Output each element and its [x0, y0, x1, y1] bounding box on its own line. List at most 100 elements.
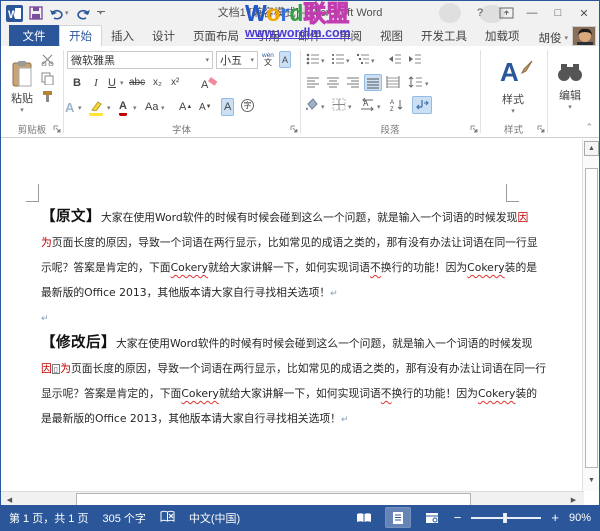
font-color-button[interactable]: A: [119, 98, 127, 116]
help-button[interactable]: ?: [469, 4, 491, 22]
close-button[interactable]: ✕: [573, 4, 595, 22]
clear-formatting-button[interactable]: A: [201, 74, 217, 91]
font-dialog-launcher[interactable]: [290, 124, 298, 136]
character-shading-button[interactable]: A: [221, 98, 234, 116]
maximize-button[interactable]: □: [547, 4, 569, 22]
shading-button[interactable]: [304, 98, 320, 111]
phonetic-guide-button[interactable]: wén文: [262, 51, 274, 69]
zoom-level[interactable]: 90%: [569, 512, 591, 524]
print-layout-button[interactable]: [386, 508, 410, 527]
align-right-button[interactable]: [346, 76, 360, 88]
cut-button[interactable]: [41, 54, 55, 66]
subscript-button[interactable]: x₂: [153, 74, 162, 91]
styles-dialog-launcher[interactable]: [537, 124, 545, 136]
word-app-icon[interactable]: W: [6, 5, 23, 22]
tab-page-layout[interactable]: 页面布局: [184, 25, 248, 46]
numbering-button[interactable]: [331, 53, 345, 65]
editing-label: 编辑: [559, 87, 581, 103]
scroll-up-button[interactable]: ▲: [584, 141, 599, 156]
show-hide-marks-button[interactable]: [412, 96, 432, 114]
undo-caret-icon: ▾: [65, 9, 69, 17]
chevron-down-icon: ▾: [205, 56, 209, 64]
tab-references[interactable]: 引用: [248, 25, 289, 46]
page-indicator[interactable]: 第 1 页，共 1 页: [9, 510, 88, 526]
change-case-button[interactable]: Aa: [145, 98, 158, 116]
minimize-button[interactable]: —: [521, 4, 543, 22]
asian-layout-button[interactable]: A: [360, 98, 376, 111]
shrink-font-button[interactable]: A▼: [199, 98, 212, 116]
avatar[interactable]: [572, 26, 596, 46]
tab-developer[interactable]: 开发工具: [412, 25, 476, 46]
underline-button[interactable]: U: [105, 74, 119, 91]
web-layout-button[interactable]: [420, 508, 444, 527]
paragraph-dialog-launcher[interactable]: [470, 124, 478, 136]
tab-addins[interactable]: 加载项: [476, 25, 529, 46]
font-family-combo[interactable]: 微软雅黑▾: [67, 51, 213, 69]
proofing-status-icon[interactable]: [160, 510, 175, 526]
styles-button[interactable]: A 样式 ▾: [488, 52, 538, 120]
word-count[interactable]: 305 个字: [102, 510, 145, 526]
paragraph-mark: ↵: [41, 314, 49, 324]
align-center-button[interactable]: [326, 76, 340, 88]
paste-button[interactable]: 粘贴 ▾: [5, 52, 39, 122]
scroll-down-button[interactable]: ▼: [584, 473, 599, 488]
styles-icon: A: [498, 57, 528, 87]
zoom-slider-thumb[interactable]: [503, 513, 507, 523]
save-button[interactable]: [29, 6, 43, 20]
decrease-indent-button[interactable]: [388, 53, 402, 65]
document-area[interactable]: 【原文】大家在使用Word软件的时候有时候会碰到这么一个问题，就是输入一个词语的…: [1, 139, 599, 491]
tab-mailings[interactable]: 邮件: [289, 25, 330, 46]
highlight-color-button[interactable]: [89, 98, 103, 116]
copy-button[interactable]: [41, 72, 54, 85]
account-menu[interactable]: 胡俊▾: [538, 30, 572, 46]
vertical-scroll-thumb[interactable]: [585, 168, 598, 468]
svg-text:W: W: [8, 9, 19, 21]
tab-home[interactable]: 开始: [59, 25, 102, 46]
undo-button[interactable]: ▾: [49, 7, 69, 20]
tab-view[interactable]: 视图: [371, 25, 412, 46]
tab-file[interactable]: 文件: [9, 25, 59, 46]
text-boundary-mark: [506, 184, 519, 202]
increase-indent-button[interactable]: [408, 53, 422, 65]
sort-button[interactable]: AZ: [390, 98, 404, 111]
justify-button[interactable]: [364, 74, 382, 91]
italic-button[interactable]: I: [89, 74, 103, 91]
watermark-face-icon: [439, 3, 461, 23]
text-effects-button[interactable]: A: [65, 98, 74, 116]
chevron-down-icon: ▾: [99, 12, 103, 16]
superscript-button[interactable]: x²: [171, 74, 179, 91]
grow-font-button[interactable]: A▲: [179, 98, 192, 116]
chevron-down-icon: ▾: [120, 79, 124, 87]
bold-button[interactable]: B: [69, 74, 85, 91]
clipboard-dialog-launcher[interactable]: [53, 124, 61, 136]
format-painter-button[interactable]: [41, 90, 54, 103]
line-spacing-button[interactable]: [408, 76, 423, 88]
svg-text:A: A: [201, 79, 209, 90]
binoculars-icon: [557, 61, 583, 83]
editing-button[interactable]: 编辑 ▾: [551, 52, 589, 120]
enclose-characters-button[interactable]: 字: [241, 99, 254, 112]
customize-qat-button[interactable]: ▾: [97, 11, 105, 16]
redo-button[interactable]: [75, 7, 91, 20]
zoom-out-button[interactable]: −: [454, 510, 462, 525]
multilevel-list-button[interactable]: [356, 53, 370, 65]
status-bar: 第 1 页，共 1 页 305 个字 中文(中国) − + 90%: [1, 505, 599, 530]
clipboard-icon: [11, 61, 33, 87]
tab-design[interactable]: 设计: [143, 25, 184, 46]
align-left-button[interactable]: [306, 76, 320, 88]
collapse-ribbon-button[interactable]: ⌃: [585, 122, 593, 133]
strikethrough-button[interactable]: abc: [129, 74, 145, 91]
bullets-button[interactable]: [306, 53, 320, 65]
ribbon-display-options-button[interactable]: [495, 4, 517, 22]
distributed-button[interactable]: [386, 76, 400, 88]
language-indicator[interactable]: 中文(中国): [189, 510, 240, 526]
character-border-button[interactable]: A: [279, 51, 291, 68]
font-size-combo[interactable]: 小五▾: [216, 51, 258, 69]
borders-button[interactable]: [332, 98, 346, 111]
tab-review[interactable]: 审阅: [330, 25, 371, 46]
tab-insert[interactable]: 插入: [102, 25, 143, 46]
zoom-in-button[interactable]: +: [551, 510, 559, 525]
zoom-slider[interactable]: [471, 517, 541, 519]
vertical-scrollbar[interactable]: ▲ ▼: [582, 139, 599, 491]
read-mode-button[interactable]: [352, 508, 376, 527]
